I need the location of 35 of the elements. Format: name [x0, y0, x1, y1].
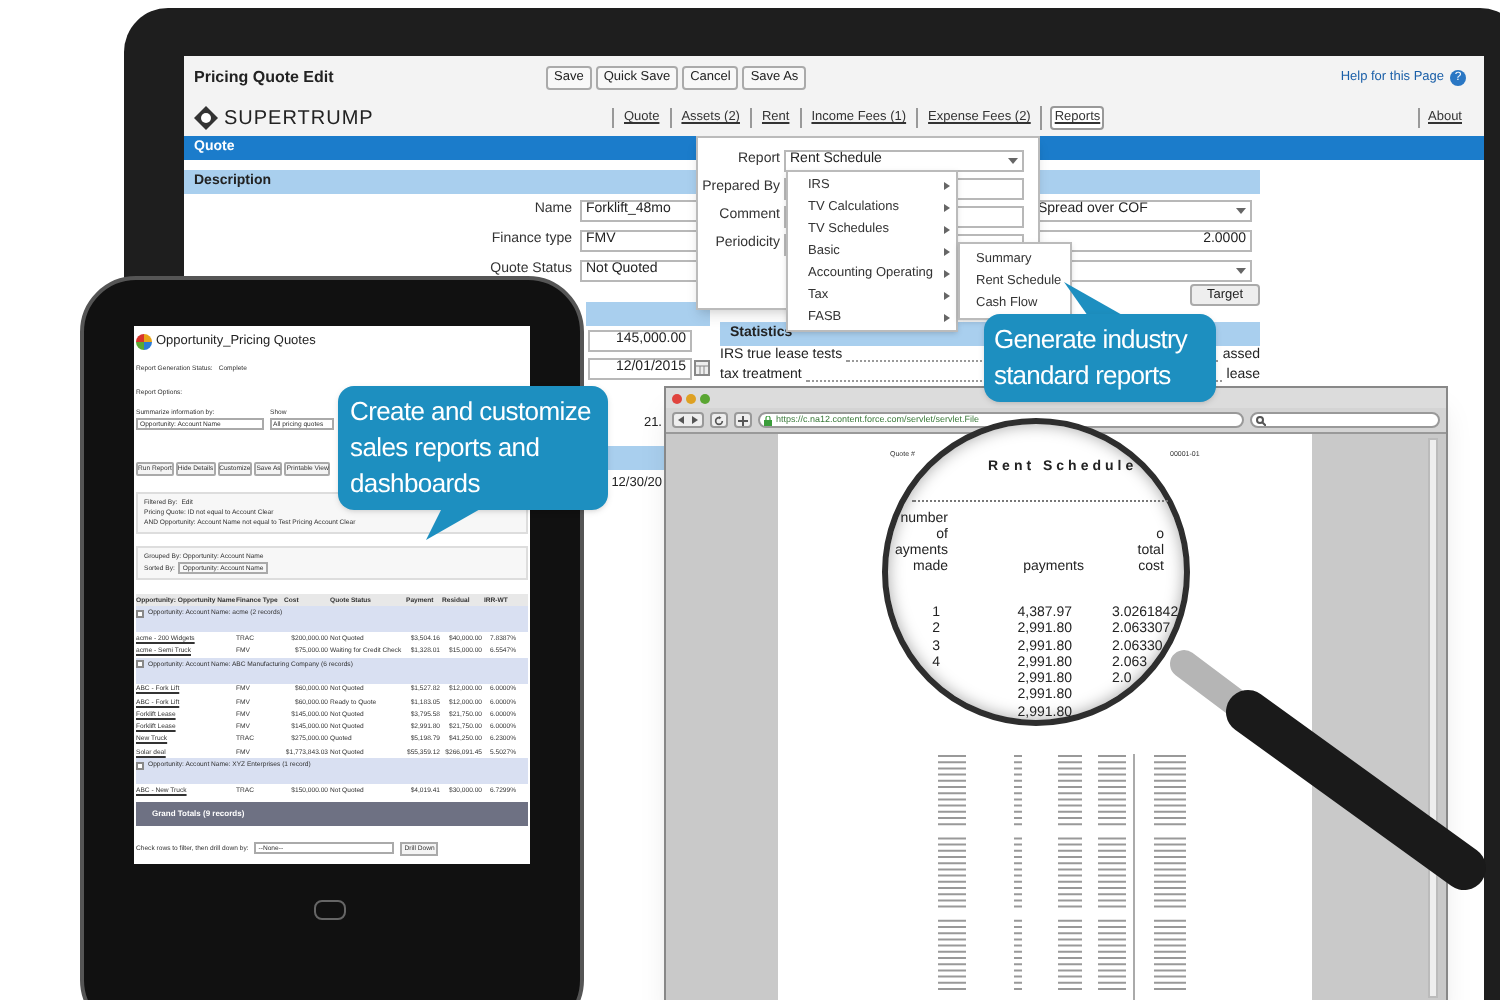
new-tab-button[interactable] [734, 412, 752, 428]
checkbox[interactable] [136, 761, 144, 770]
submenu-arrow-icon [944, 291, 950, 299]
page-title: Pricing Quote Edit [194, 66, 336, 90]
scrollbar[interactable] [1428, 438, 1438, 998]
dropdown-arrow-icon [1236, 208, 1246, 214]
forward-icon[interactable] [692, 416, 698, 424]
logo-icon [194, 106, 218, 130]
submenu-arrow-icon [944, 313, 950, 321]
back-icon[interactable] [678, 416, 684, 424]
callout-pointer [426, 508, 486, 540]
home-button[interactable] [314, 900, 346, 920]
reload-button[interactable] [710, 412, 728, 428]
submenu-arrow-icon [944, 269, 950, 277]
close-button[interactable] [672, 393, 682, 403]
plus-icon [738, 415, 748, 425]
dropdown-arrow-icon [1008, 158, 1018, 164]
back-forward-button[interactable] [672, 412, 704, 428]
lock-icon [764, 415, 772, 425]
section-bar [586, 302, 710, 326]
callout-bubble: Create and customize sales reports and dashboards [338, 386, 608, 510]
maximize-button[interactable] [700, 393, 710, 403]
calendar-icon[interactable] [694, 360, 710, 376]
submenu-arrow-icon [944, 225, 950, 233]
submenu-arrow-icon [944, 203, 950, 211]
logo-icon [136, 333, 152, 349]
reload-icon [714, 415, 724, 425]
submenu-arrow-icon [944, 181, 950, 189]
checkbox[interactable] [136, 609, 144, 617]
logo: SUPERTRUMP [224, 105, 374, 133]
checkbox[interactable] [136, 660, 144, 669]
search-field[interactable] [1250, 412, 1440, 428]
search-icon [1256, 415, 1266, 425]
submenu-arrow-icon [944, 247, 950, 255]
dropdown-arrow-icon [1236, 268, 1246, 274]
